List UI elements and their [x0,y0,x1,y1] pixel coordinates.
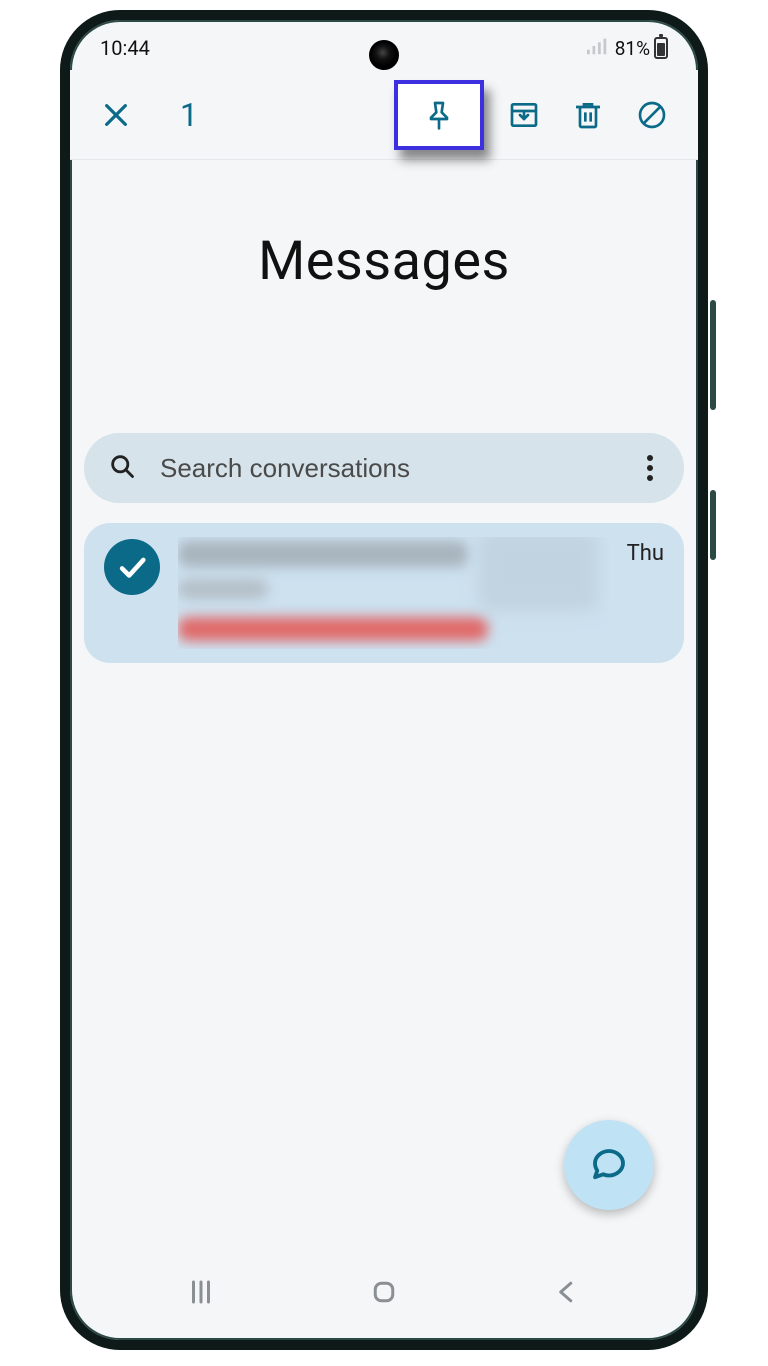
selected-count: 1 [180,96,198,134]
battery-icon [654,37,668,59]
delete-button[interactable] [560,87,616,143]
pin-button[interactable] [411,87,467,143]
conversation-row-selected[interactable]: Thu [84,523,684,663]
nav-back-button[interactable] [512,1277,622,1307]
conversation-preview-blurred [178,537,609,649]
status-time: 10:44 [100,36,150,60]
conversation-day: Thu [627,541,664,649]
page-title: Messages [84,230,684,293]
selection-check-icon[interactable] [104,539,160,595]
android-nav-bar [70,1262,698,1322]
selection-action-bar: 1 [70,70,698,160]
search-more-button[interactable] [640,455,660,481]
search-icon [108,452,136,484]
compose-fab[interactable] [564,1120,654,1210]
archive-button[interactable] [496,87,552,143]
phone-volume-button [710,300,716,410]
phone-frame: 10:44 81% [60,10,708,1350]
pin-button-highlighted [394,80,484,150]
camera-cutout [369,40,399,70]
content-area: Messages [70,230,698,663]
nav-recent-button[interactable] [146,1277,256,1307]
battery-percent: 81% [615,37,650,60]
battery-indicator: 81% [615,37,668,60]
block-button[interactable] [624,87,680,143]
search-bar[interactable] [84,433,684,503]
signal-icon [587,36,609,60]
search-input[interactable] [160,453,616,484]
nav-home-button[interactable] [329,1277,439,1307]
close-selection-button[interactable] [88,87,144,143]
phone-power-button [710,490,716,560]
